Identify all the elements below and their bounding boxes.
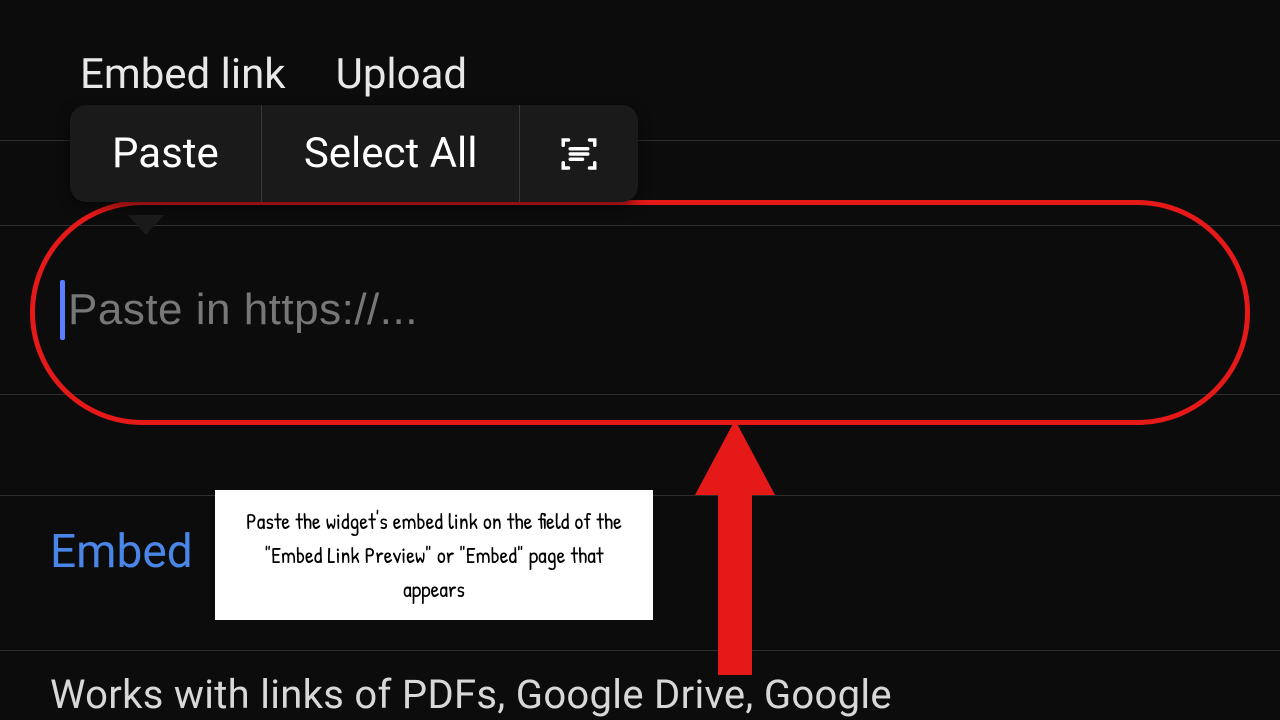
tab-upload[interactable]: Upload (336, 50, 468, 99)
text-context-menu: Paste Select All (70, 105, 638, 202)
select-all-button[interactable]: Select All (262, 105, 521, 202)
footer-info-row: Works with links of PDFs, Google Drive, … (0, 650, 1280, 718)
annotation-callout: Paste the widget's embed link on the fie… (215, 490, 653, 620)
scan-text-icon[interactable] (520, 109, 638, 199)
annotation-arrow-icon (700, 420, 770, 675)
tab-embed-link[interactable]: Embed link (80, 50, 286, 99)
context-menu-pointer (128, 215, 164, 235)
paste-button[interactable]: Paste (70, 105, 262, 202)
tab-bar: Embed link Upload (0, 0, 1280, 119)
footer-text: Works with links of PDFs, Google Drive, … (50, 671, 1230, 718)
url-input-row (0, 225, 1280, 395)
embed-link-button[interactable]: Embed (50, 525, 193, 579)
url-input[interactable] (60, 285, 1220, 335)
text-cursor (60, 280, 65, 340)
